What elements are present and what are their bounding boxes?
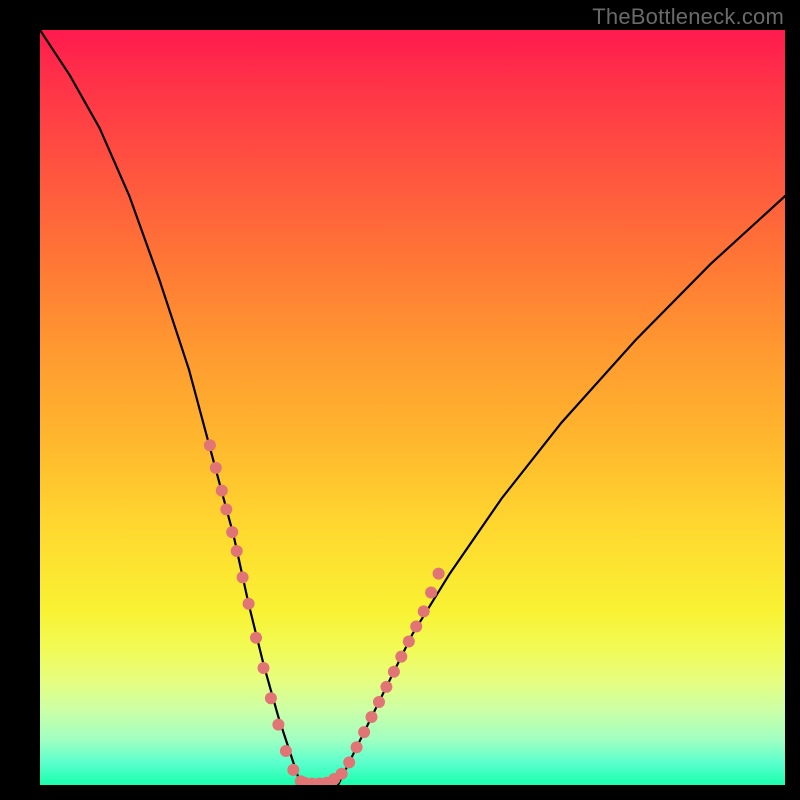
plot-area [40, 30, 785, 785]
highlight-right-dot [366, 711, 378, 723]
highlight-left-dot [258, 662, 270, 674]
highlight-right-dot [418, 605, 430, 617]
highlight-left-dot [237, 571, 249, 583]
highlight-right-dot [380, 681, 392, 693]
highlight-left-dot [216, 485, 228, 497]
highlight-left-dot [280, 745, 292, 757]
highlight-left-dot [287, 764, 299, 776]
highlight-left-dot [231, 545, 243, 557]
highlight-right-dot [425, 587, 437, 599]
highlight-right-dot [351, 741, 363, 753]
highlight-left-dot [265, 692, 277, 704]
curve-right [338, 196, 785, 785]
chart-svg [40, 30, 785, 785]
highlight-dots [204, 439, 445, 785]
highlight-right-dot [336, 768, 348, 780]
highlight-left-dot [226, 526, 238, 538]
highlight-right-dot [403, 636, 415, 648]
highlight-right-dot [410, 621, 422, 633]
highlight-left-dot [204, 439, 216, 451]
watermark-text: TheBottleneck.com [592, 4, 784, 30]
highlight-left-dot [220, 503, 232, 515]
highlight-left-dot [272, 719, 284, 731]
highlight-left-dot [243, 598, 255, 610]
highlight-left-dot [210, 462, 222, 474]
highlight-right-dot [388, 666, 400, 678]
highlight-left-dot [250, 632, 262, 644]
curve-right-path [338, 196, 785, 785]
highlight-right-dot [358, 726, 370, 738]
highlight-right-dot [433, 568, 445, 580]
highlight-right-dot [343, 756, 355, 768]
chart-frame: TheBottleneck.com [0, 0, 800, 800]
highlight-right-dot [373, 696, 385, 708]
highlight-right-dot [395, 651, 407, 663]
